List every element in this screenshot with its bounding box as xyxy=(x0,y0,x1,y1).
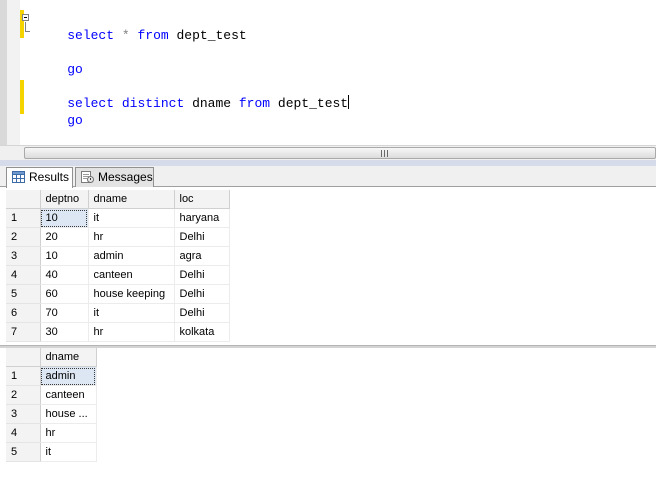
keyword-go: go xyxy=(67,113,83,128)
tab-results[interactable]: Results xyxy=(6,167,73,188)
grid-cell[interactable]: 10 xyxy=(40,246,89,266)
row-number[interactable]: 5 xyxy=(6,284,41,304)
code-line-5[interactable]: select distinct dname from dept_test xyxy=(36,78,350,111)
grid-cell[interactable]: Delhi xyxy=(174,303,230,323)
grid-icon xyxy=(12,171,25,183)
keyword-from: from xyxy=(137,28,169,43)
column-header[interactable]: loc xyxy=(174,190,230,209)
grid-cell[interactable]: 70 xyxy=(40,303,89,323)
row-number[interactable]: 1 xyxy=(6,366,41,386)
table-row: 5 it xyxy=(6,442,97,462)
query-editor[interactable]: select * from dept_test go select distin… xyxy=(0,0,656,145)
grid-cell[interactable]: house keeping xyxy=(88,284,175,304)
table-row: 2 canteen xyxy=(6,385,97,405)
scrollbar-thumb[interactable] xyxy=(24,147,656,159)
results-tab-bar: Results Messages xyxy=(0,166,656,188)
grid-cell[interactable]: it xyxy=(88,303,175,323)
operator-star: * xyxy=(121,28,130,43)
grid-cell[interactable]: 30 xyxy=(40,322,89,342)
grid-cell[interactable]: house ... xyxy=(40,404,97,424)
grid-corner[interactable] xyxy=(6,190,41,209)
row-number[interactable]: 1 xyxy=(6,208,41,228)
grid-cell[interactable]: hr xyxy=(88,227,175,247)
grid-cell[interactable]: Delhi xyxy=(174,265,230,285)
column-header[interactable]: dname xyxy=(40,348,97,367)
row-number[interactable]: 2 xyxy=(6,227,41,247)
grid-cell[interactable]: it xyxy=(40,442,97,462)
table-row: 1 admin xyxy=(6,366,97,386)
code-line-1[interactable]: select * from dept_test xyxy=(36,10,246,43)
table-row: 7 30 hr kolkata xyxy=(6,322,230,342)
text-caret xyxy=(348,95,350,109)
keyword-from: from xyxy=(238,96,271,111)
fold-line-end xyxy=(25,31,30,32)
grid-cell[interactable]: 60 xyxy=(40,284,89,304)
table-row: 6 70 it Delhi xyxy=(6,303,230,323)
identifier-table: dept_test xyxy=(270,96,349,111)
code-line-6[interactable]: go xyxy=(36,95,83,128)
table-row: 2 20 hr Delhi xyxy=(6,227,230,247)
header-row: dname xyxy=(6,348,97,367)
row-number[interactable]: 7 xyxy=(6,322,41,342)
horizontal-scrollbar[interactable] xyxy=(0,145,656,160)
row-number[interactable]: 6 xyxy=(6,303,41,323)
grid-cell[interactable]: 20 xyxy=(40,227,89,247)
grid-cell[interactable]: it xyxy=(88,208,175,228)
result-grid-1[interactable]: deptno dname loc 1 10 it haryana 2 20 hr… xyxy=(6,190,230,342)
identifier-table: dept_test xyxy=(168,28,247,43)
grid-cell[interactable]: admin xyxy=(40,366,97,386)
grid-cell[interactable]: canteen xyxy=(40,385,97,405)
table-row: 3 10 admin agra xyxy=(6,246,230,266)
tab-messages-label: Messages xyxy=(98,170,153,184)
collapse-region-icon[interactable] xyxy=(22,14,29,21)
keyword-go: go xyxy=(67,62,83,77)
table-row: 5 60 house keeping Delhi xyxy=(6,284,230,304)
grid-cell[interactable]: canteen xyxy=(88,265,175,285)
identifier-column: dname xyxy=(184,96,239,111)
tab-results-label: Results xyxy=(29,170,70,184)
grid-corner[interactable] xyxy=(6,348,41,367)
change-bar xyxy=(20,80,24,114)
grid-cell[interactable]: admin xyxy=(88,246,175,266)
header-row: deptno dname loc xyxy=(6,190,230,209)
row-number[interactable]: 4 xyxy=(6,423,41,443)
editor-margin xyxy=(0,0,7,145)
row-number[interactable]: 3 xyxy=(6,404,41,424)
grid-cell[interactable]: kolkata xyxy=(174,322,230,342)
table-row: 4 40 canteen Delhi xyxy=(6,265,230,285)
tab-messages[interactable]: Messages xyxy=(75,167,154,187)
result-grid-2[interactable]: dname 1 admin 2 canteen 3 house ... 4 hr… xyxy=(6,348,97,462)
results-pane: deptno dname loc 1 10 it haryana 2 20 hr… xyxy=(0,187,656,488)
table-row: 1 10 it haryana xyxy=(6,208,230,228)
grid-cell[interactable]: 40 xyxy=(40,265,89,285)
table-row: 3 house ... xyxy=(6,404,97,424)
grid-divider[interactable] xyxy=(0,345,656,348)
code-line-3[interactable]: go xyxy=(36,44,83,77)
table-row: 4 hr xyxy=(6,423,97,443)
grid-cell[interactable]: Delhi xyxy=(174,227,230,247)
keyword-select: select xyxy=(67,28,115,43)
grid-cell[interactable]: hr xyxy=(88,322,175,342)
column-header[interactable]: dname xyxy=(88,190,175,209)
grid-cell[interactable]: Delhi xyxy=(174,284,230,304)
grid-cell[interactable]: hr xyxy=(40,423,97,443)
row-number[interactable]: 5 xyxy=(6,442,41,462)
keyword-distinct: distinct xyxy=(121,96,185,111)
grid-cell[interactable]: haryana xyxy=(174,208,230,228)
grid-cell[interactable]: agra xyxy=(174,246,230,266)
grip-lines-icon xyxy=(381,150,388,157)
messages-icon xyxy=(81,171,94,183)
row-number[interactable]: 4 xyxy=(6,265,41,285)
row-number[interactable]: 3 xyxy=(6,246,41,266)
row-number[interactable]: 2 xyxy=(6,385,41,405)
editor-gutter xyxy=(7,0,20,145)
grid-cell[interactable]: 10 xyxy=(40,208,89,228)
column-header[interactable]: deptno xyxy=(40,190,89,209)
